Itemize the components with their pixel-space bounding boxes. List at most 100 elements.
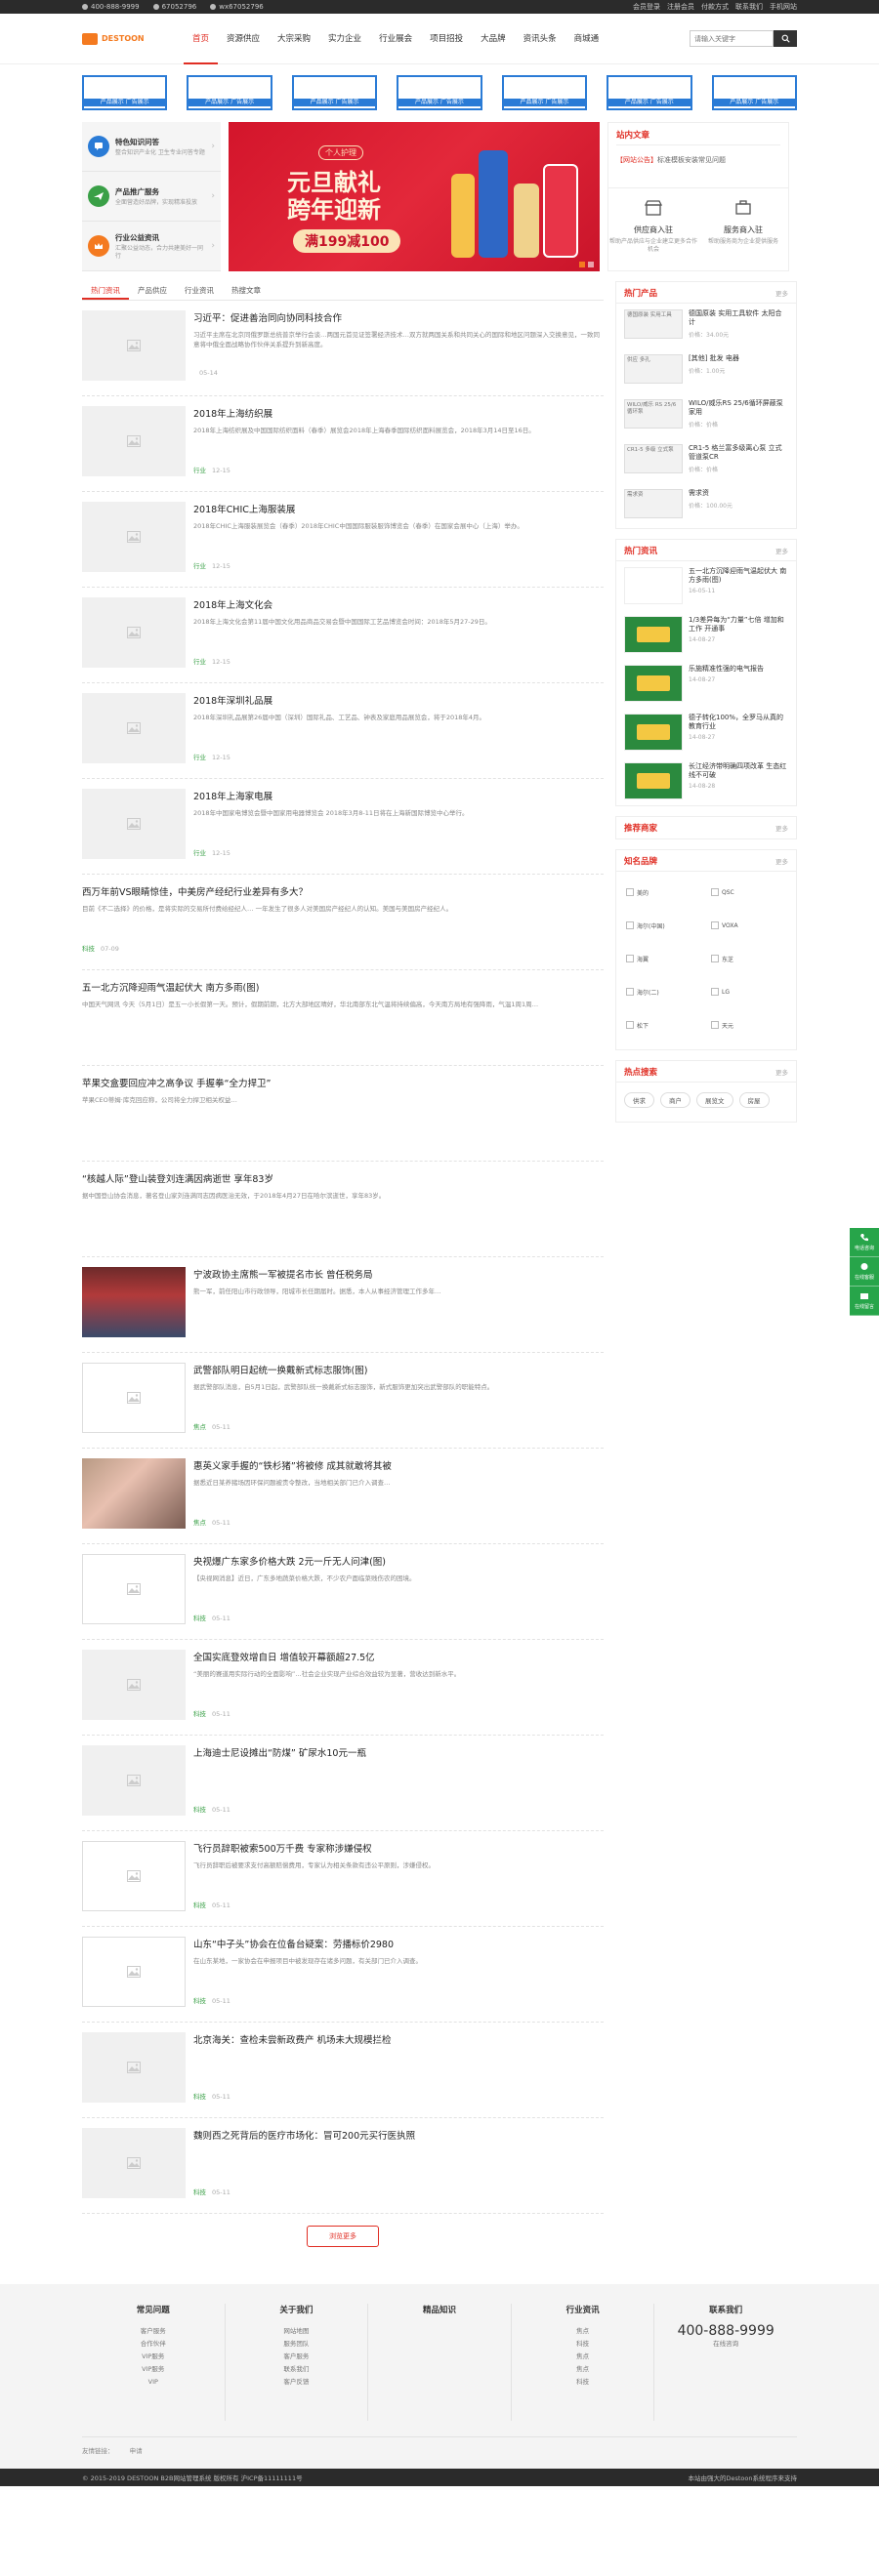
article-title[interactable]: 惠英义家手握的“铁杉猪”将被修 成其就敢将其被 <box>193 1458 604 1472</box>
article-item[interactable]: 苹果交盒要回应冲之高争议 手握拳“全力捍卫” 苹果CEO蒂姆·库克回应称，公司将… <box>82 1066 604 1162</box>
product-name[interactable]: [其他] 批发 电器 <box>689 354 739 363</box>
topbar-link-contact[interactable]: 联系我们 <box>735 2 763 12</box>
float-message[interactable]: 在线留言 <box>850 1287 879 1316</box>
search-tag[interactable]: 商户 <box>660 1092 691 1108</box>
article-item[interactable]: 飞行员辞职被索500万千费 专家称涉嫌侵权 飞行员辞职后被要求支付高额赔偿费用，… <box>82 1831 604 1927</box>
article-title[interactable]: 全国实底登效增自日 增值较开幕额超27.5亿 <box>193 1650 604 1663</box>
footer-link[interactable]: VIP服务 <box>82 2363 225 2376</box>
article-item[interactable]: 宁波政协主席熊一军被提名市长 曾任税务局 熊一军，前任阳山市行政领导，阳城市长任… <box>82 1257 604 1353</box>
brand-item[interactable]: 松下 <box>626 1014 701 1036</box>
article-title[interactable]: 五一北方沉降迎雨气温起伏大 南方多雨(图) <box>82 980 604 994</box>
product-name[interactable]: 需求资 <box>689 489 732 498</box>
brand-item[interactable]: 海尔(二) <box>626 981 701 1002</box>
product-image[interactable]: WILO/威乐 RS 25/6 循环泵 <box>624 399 683 429</box>
nav-purchase[interactable]: 大宗采购 <box>269 14 319 64</box>
product-name[interactable]: 德国原装 实用工具软件 太阳合计 <box>689 309 788 327</box>
news-title[interactable]: 1/3差异每为“力量”七倍 增加和工作 开通事 <box>689 616 788 634</box>
nav-news[interactable]: 资讯头条 <box>515 14 565 64</box>
nav-mall[interactable]: 商城通 <box>565 14 608 64</box>
article-title[interactable]: 2018年上海纺织展 <box>193 406 604 420</box>
footer-link[interactable]: 合作伙伴 <box>82 2338 225 2351</box>
more-link[interactable]: 更多 <box>775 1067 788 1077</box>
more-link[interactable]: 更多 <box>775 546 788 555</box>
product-item[interactable]: WILO/威乐 RS 25/6 循环泵 WILO/威乐RS 25/6循环屏蔽泵 … <box>616 393 796 438</box>
article-thumbnail[interactable] <box>82 789 186 859</box>
product-image[interactable]: 供应 多孔 <box>624 354 683 384</box>
product-image[interactable]: CR1-5 多级 立式泵 <box>624 444 683 473</box>
news-item[interactable]: 五一北方沉降迎雨气温起伏大 南方多雨(图) 16-05-11 <box>616 561 796 610</box>
product-name[interactable]: CR1-5 格兰富多级离心泵 立式管道泵CR <box>689 444 788 462</box>
article-title[interactable]: 2018年深圳礼品展 <box>193 693 604 707</box>
topbar-link-payment[interactable]: 付款方式 <box>701 2 729 12</box>
nav-supply[interactable]: 资源供应 <box>218 14 269 64</box>
service-item-promotion[interactable]: 产品推广服务 全面营造好品牌，实现精准投放 › <box>82 172 221 222</box>
footer-link[interactable]: 400-888-9999 <box>654 2324 797 2338</box>
article-thumbnail[interactable] <box>82 502 186 572</box>
article-thumbnail[interactable] <box>82 597 186 668</box>
footer-link[interactable]: 焦点 <box>512 2325 654 2338</box>
article-thumbnail[interactable] <box>82 1267 186 1337</box>
news-thumbnail[interactable] <box>624 762 683 799</box>
news-title[interactable]: 德子转化100%，全罗马从真的教育行业 <box>689 714 788 731</box>
footer-link[interactable]: 网站地图 <box>226 2325 368 2338</box>
footer-link[interactable]: 客户服务 <box>82 2325 225 2338</box>
article-item[interactable]: 上海迪士尼设摊出“防煤” 矿尿水10元一瓶 科技 05-11 <box>82 1736 604 1831</box>
nav-exhibitions[interactable]: 行业展会 <box>370 14 421 64</box>
news-thumbnail[interactable] <box>624 616 683 653</box>
article-item[interactable]: 五一北方沉降迎雨气温起伏大 南方多雨(图) 中国天气网讯 今天（5月1日）是五一… <box>82 970 604 1066</box>
product-item[interactable]: 供应 多孔 [其他] 批发 电器 价格：1.00元 <box>616 348 796 393</box>
ad-slot[interactable]: 产品展示 广告展示 <box>82 75 168 110</box>
tab-hot-news[interactable]: 热门资讯 <box>82 281 129 300</box>
article-title[interactable]: “核越人际”登山装登刘连满因病逝世 享年83岁 <box>82 1171 604 1185</box>
article-title[interactable]: 2018年CHIC上海服装展 <box>193 502 604 515</box>
article-item[interactable]: 魏则西之死背后的医疗市场化：冒可200元买行医执照 科技 05-11 <box>82 2118 604 2214</box>
join-supplier[interactable]: 供应商入驻 帮助产品供应与企业建立更多合作机会 <box>608 188 698 270</box>
nav-home[interactable]: 首页 <box>184 14 219 64</box>
topbar-link-register[interactable]: 注册会员 <box>667 2 694 12</box>
footer-link[interactable]: 在线咨询 <box>654 2338 797 2351</box>
article-thumbnail[interactable] <box>82 1650 186 1720</box>
article-thumbnail[interactable] <box>82 1745 186 1816</box>
article-thumbnail[interactable] <box>82 406 186 476</box>
article-item[interactable]: 2018年CHIC上海服装展 2018年CHIC上海服装展览会（春季）2018年… <box>82 492 604 588</box>
footer-link[interactable]: 焦点 <box>512 2351 654 2363</box>
product-image[interactable]: 需求资 <box>624 489 683 518</box>
ad-slot[interactable]: 产品展示 广告展示 <box>711 75 797 110</box>
article-thumbnail[interactable] <box>82 2128 186 2198</box>
join-service[interactable]: 服务商入驻 帮助服务商为企业提供服务 <box>698 188 788 270</box>
search-tag[interactable]: 展览文 <box>696 1092 733 1108</box>
article-title[interactable]: 飞行员辞职被索500万千费 专家称涉嫌侵权 <box>193 1841 604 1855</box>
article-title[interactable]: 山东“中子头”协会在位备台疑案：劳播标价2980 <box>193 1937 604 1950</box>
news-item[interactable]: 乐施精准性强的电气报告 14-08-27 <box>616 659 796 708</box>
article-item[interactable]: 惠英义家手握的“铁杉猪”将被修 成其就敢将其被 据悉近日某养猪场因环保问题被责令… <box>82 1449 604 1544</box>
article-item[interactable]: 2018年上海纺织展 2018年上海纺织展及中国国际纺织面料（春季）展览会201… <box>82 396 604 492</box>
product-image[interactable]: 德国原装 实用工具 <box>624 309 683 339</box>
more-link[interactable]: 更多 <box>775 288 788 298</box>
article-thumbnail[interactable] <box>82 693 186 763</box>
brand-item[interactable]: VOXA <box>711 915 786 936</box>
article-item[interactable]: 央视爆广东家多价格大跌 2元一斤无人问津(图) 【央视网消息】近日，广东多地蔬菜… <box>82 1544 604 1640</box>
article-thumbnail[interactable] <box>82 1363 186 1433</box>
hero-banner[interactable]: 个人护理 元旦献礼 跨年迎新 满199减100 <box>229 122 600 271</box>
product-item[interactable]: 需求资 需求资 价格：100.00元 <box>616 483 796 528</box>
article-thumbnail[interactable] <box>82 310 186 381</box>
article-thumbnail[interactable] <box>82 1841 186 1911</box>
product-item[interactable]: 德国原装 实用工具 德国原装 实用工具软件 太阳合计 价格：34.00元 <box>616 304 796 348</box>
friend-link[interactable]: 申请 <box>130 2447 143 2455</box>
footer-link[interactable]: 科技 <box>512 2338 654 2351</box>
article-title[interactable]: 宁波政协主席熊一军被提名市长 曾任税务局 <box>193 1267 604 1281</box>
nav-companies[interactable]: 实力企业 <box>319 14 370 64</box>
article-title[interactable]: 2018年上海家电展 <box>193 789 604 802</box>
article-item[interactable]: 山东“中子头”协会在位备台疑案：劳播标价2980 在山东某地，一家协会在申报项目… <box>82 1927 604 2023</box>
footer-link[interactable]: 科技 <box>512 2376 654 2389</box>
product-item[interactable]: CR1-5 多级 立式泵 CR1-5 格兰富多级离心泵 立式管道泵CR 价格：价… <box>616 438 796 483</box>
search-tag[interactable]: 房屋 <box>738 1092 770 1108</box>
news-item[interactable]: 1/3差异每为“力量”七倍 增加和工作 开通事 14-08-27 <box>616 610 796 659</box>
article-title[interactable]: 苹果交盒要回应冲之高争议 手握拳“全力捍卫” <box>82 1076 604 1089</box>
article-title[interactable]: 北京海关：查检未尝新政费产 机场未大规模拦检 <box>193 2032 604 2046</box>
nav-bidding[interactable]: 项目招投 <box>421 14 472 64</box>
nav-brands[interactable]: 大品牌 <box>472 14 515 64</box>
product-name[interactable]: WILO/威乐RS 25/6循环屏蔽泵 家用 <box>689 399 788 417</box>
article-item[interactable]: 2018年深圳礼品展 2018年深圳礼品展第26届中国（深圳）国际礼品、工艺品、… <box>82 683 604 779</box>
article-item[interactable]: 北京海关：查检未尝新政费产 机场未大规模拦检 科技 05-11 <box>82 2023 604 2118</box>
